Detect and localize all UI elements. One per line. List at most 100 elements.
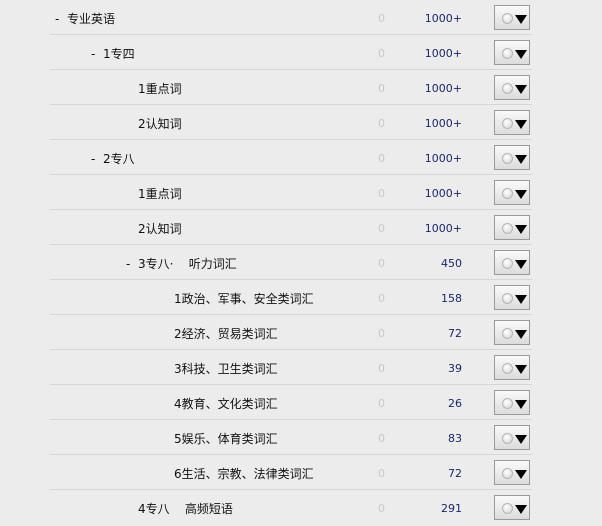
tree-item-label[interactable]: 6生活、宗教、法律类词汇 <box>174 455 314 490</box>
circle-icon <box>502 328 513 339</box>
row-action-dropdown-button[interactable] <box>494 425 530 450</box>
circle-icon <box>502 118 513 129</box>
tree-item-text: 1政治、军事、安全类词汇 <box>174 292 314 306</box>
row-action-dropdown-button[interactable] <box>494 75 530 100</box>
row-action-dropdown-button[interactable] <box>494 215 530 240</box>
row-action-dropdown-button[interactable] <box>494 320 530 345</box>
chevron-down-icon <box>515 190 527 199</box>
row-action-dropdown-button[interactable] <box>494 285 530 310</box>
circle-icon <box>502 153 513 164</box>
word-count: 1000+ <box>424 82 462 95</box>
collapse-toggle[interactable]: - <box>91 35 103 73</box>
learned-count: 0 <box>378 432 385 445</box>
tree-row[interactable]: 3科技、卫生类词汇 0 39 <box>0 350 602 385</box>
collapse-toggle[interactable]: - <box>126 245 138 283</box>
chevron-down-icon <box>515 155 527 164</box>
tree-item-label[interactable]: -2专八 <box>91 140 135 175</box>
word-count: 72 <box>448 327 462 340</box>
circle-icon <box>502 13 513 24</box>
row-action-dropdown-button[interactable] <box>494 355 530 380</box>
tree-row[interactable]: 5娱乐、体育类词汇 0 83 <box>0 420 602 455</box>
tree-item-label[interactable]: 5娱乐、体育类词汇 <box>174 420 278 455</box>
learned-count: 0 <box>378 117 385 130</box>
circle-icon <box>502 398 513 409</box>
tree-row[interactable]: 4专八 高频短语 0 291 <box>0 490 602 525</box>
tree-item-label[interactable]: 2认知词 <box>138 105 182 140</box>
tree-item-label[interactable]: - 专业英语 <box>55 0 115 35</box>
tree-item-text: 1重点词 <box>138 187 182 201</box>
row-action-dropdown-button[interactable] <box>494 5 530 30</box>
tree-item-label[interactable]: 4教育、文化类词汇 <box>174 385 278 420</box>
row-action-dropdown-button[interactable] <box>494 460 530 485</box>
tree-item-text: 专业英语 <box>67 12 116 26</box>
learned-count: 0 <box>378 222 385 235</box>
row-action-dropdown-button[interactable] <box>494 250 530 275</box>
chevron-down-icon <box>515 85 527 94</box>
tree-row[interactable]: 1重点词 0 1000+ <box>0 175 602 210</box>
tree-item-text: 1重点词 <box>138 82 182 96</box>
row-action-dropdown-button[interactable] <box>494 40 530 65</box>
circle-icon <box>502 433 513 444</box>
tree-item-text: 2专八 <box>103 152 135 166</box>
tree-item-text: 2经济、贸易类词汇 <box>174 327 278 341</box>
learned-count: 0 <box>378 257 385 270</box>
learned-count: 0 <box>378 327 385 340</box>
word-count: 158 <box>441 292 462 305</box>
tree-item-text: 3专八· 听力词汇 <box>138 257 237 271</box>
tree-row[interactable]: -2专八 0 1000+ <box>0 140 602 175</box>
tree-item-text: 2认知词 <box>138 222 182 236</box>
tree-row[interactable]: -3专八· 听力词汇 0 450 <box>0 245 602 280</box>
tree-row[interactable]: 1政治、军事、安全类词汇 0 158 <box>0 280 602 315</box>
circle-icon <box>502 258 513 269</box>
tree-item-label[interactable]: 1重点词 <box>138 70 182 105</box>
circle-icon <box>502 293 513 304</box>
tree-row[interactable]: 6生活、宗教、法律类词汇 0 72 <box>0 455 602 490</box>
tree-item-label[interactable]: 2认知词 <box>138 210 182 245</box>
tree-row[interactable]: 1重点词 0 1000+ <box>0 70 602 105</box>
tree-item-label[interactable]: 2经济、贸易类词汇 <box>174 315 278 350</box>
chevron-down-icon <box>515 15 527 24</box>
tree-row[interactable]: 2认知词 0 1000+ <box>0 105 602 140</box>
learned-count: 0 <box>378 467 385 480</box>
word-count: 450 <box>441 257 462 270</box>
tree-item-label[interactable]: -3专八· 听力词汇 <box>126 245 237 280</box>
learned-count: 0 <box>378 47 385 60</box>
learned-count: 0 <box>378 362 385 375</box>
learned-count: 0 <box>378 187 385 200</box>
tree-item-text: 2认知词 <box>138 117 182 131</box>
tree-row[interactable]: - 专业英语 0 1000+ <box>0 0 602 35</box>
chevron-down-icon <box>515 330 527 339</box>
tree-row[interactable]: -1专四 0 1000+ <box>0 35 602 70</box>
circle-icon <box>502 223 513 234</box>
chevron-down-icon <box>515 120 527 129</box>
tree-row[interactable]: 2经济、贸易类词汇 0 72 <box>0 315 602 350</box>
word-count: 1000+ <box>424 47 462 60</box>
collapse-toggle[interactable]: - <box>91 140 103 178</box>
circle-icon <box>502 503 513 514</box>
row-action-dropdown-button[interactable] <box>494 495 530 520</box>
learned-count: 0 <box>378 502 385 515</box>
row-action-dropdown-button[interactable] <box>494 180 530 205</box>
word-count: 1000+ <box>424 152 462 165</box>
learned-count: 0 <box>378 292 385 305</box>
chevron-down-icon <box>515 295 527 304</box>
row-action-dropdown-button[interactable] <box>494 110 530 135</box>
row-action-dropdown-button[interactable] <box>494 145 530 170</box>
learned-count: 0 <box>378 397 385 410</box>
tree-row[interactable]: 4教育、文化类词汇 0 26 <box>0 385 602 420</box>
word-count: 1000+ <box>424 117 462 130</box>
tree-item-label[interactable]: 1重点词 <box>138 175 182 210</box>
tree-item-label[interactable]: 4专八 高频短语 <box>138 490 233 525</box>
word-count: 1000+ <box>424 12 462 25</box>
tree-row[interactable]: 2认知词 0 1000+ <box>0 210 602 245</box>
tree-item-label[interactable]: -1专四 <box>91 35 135 70</box>
word-count: 83 <box>448 432 462 445</box>
collapse-toggle[interactable]: - <box>55 0 67 38</box>
chevron-down-icon <box>515 365 527 374</box>
circle-icon <box>502 363 513 374</box>
tree-item-text: 6生活、宗教、法律类词汇 <box>174 467 314 481</box>
tree-item-label[interactable]: 3科技、卫生类词汇 <box>174 350 278 385</box>
tree-item-text: 1专四 <box>103 47 135 61</box>
row-action-dropdown-button[interactable] <box>494 390 530 415</box>
tree-item-label[interactable]: 1政治、军事、安全类词汇 <box>174 280 314 315</box>
